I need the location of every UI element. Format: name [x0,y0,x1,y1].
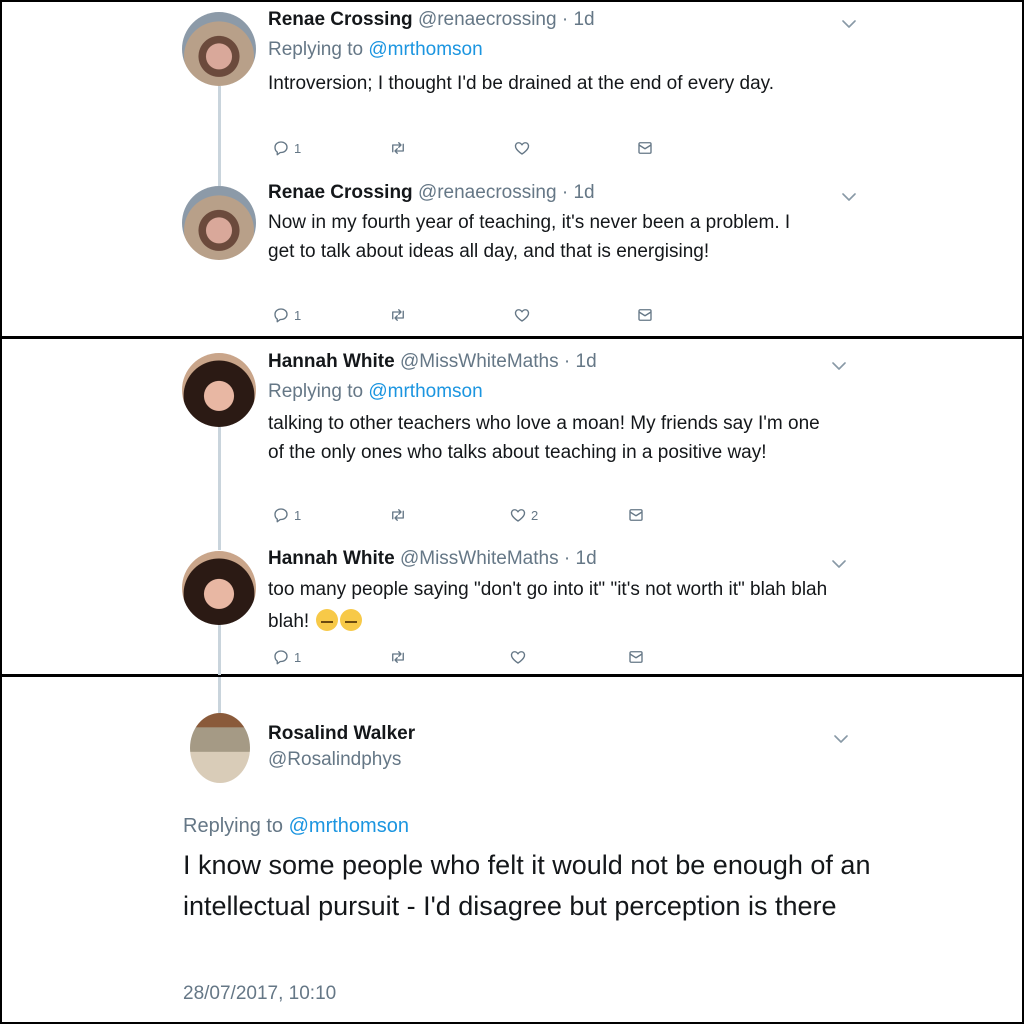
retweet-button[interactable] [389,139,407,157]
reply-count: 1 [294,649,302,665]
tweet-header: Hannah White @MissWhiteMaths · 1d [268,351,597,373]
author-name[interactable]: Renae Crossing [268,182,413,203]
retweet-icon [389,139,407,157]
avatar[interactable] [182,353,256,427]
author-name[interactable]: Hannah White [268,351,395,372]
heart-icon [513,139,531,157]
reply-icon [272,506,290,524]
tweet-time: · 1d [563,351,597,372]
tweet-panel-hannah: Hannah White @MissWhiteMaths · 1d Replyi… [0,337,1024,676]
replying-label: Replying to [268,381,369,402]
thread-line [218,623,221,676]
tweet-panel-renae: Renae Crossing @renaecrossing · 1d Reply… [0,0,1024,338]
tweet-time: · 1d [561,182,595,203]
sleepy-face-emoji [340,609,363,631]
reply-count: 1 [294,307,302,323]
author-handle[interactable]: @renaecrossing [418,9,557,30]
chevron-down-icon[interactable] [842,16,856,30]
tweet-text: talking to other teachers who love a moa… [268,413,820,463]
envelope-icon [627,506,645,524]
mention-link[interactable]: @mrthomson [368,381,482,402]
replying-label: Replying to [268,39,369,60]
reply-icon [272,648,290,666]
tweet-header: Renae Crossing @renaecrossing · 1d [268,182,595,204]
like-button[interactable] [513,306,531,324]
reply-icon [272,139,290,157]
reply-button[interactable]: 1 [272,306,301,324]
direct-message-button[interactable] [636,139,654,157]
chevron-down-icon[interactable] [832,358,846,372]
tweet-time: · 1d [563,548,597,569]
heart-icon [513,306,531,324]
chevron-down-icon[interactable] [832,556,846,570]
author-name[interactable]: Rosalind Walker [268,723,415,745]
retweet-button[interactable] [389,506,407,524]
envelope-icon [627,648,645,666]
tweet-time: · 1d [561,9,595,30]
replying-to: Replying to @mrthomson [183,815,409,838]
chevron-down-icon[interactable] [834,731,848,745]
tweet-timestamp[interactable]: 28/07/2017, 10:10 [183,983,336,1005]
like-button[interactable] [509,648,527,666]
avatar[interactable] [182,186,256,260]
thread-line [218,677,221,713]
retweet-icon [389,648,407,666]
replying-to: Replying to @mrthomson [268,381,483,403]
retweet-button[interactable] [389,306,407,324]
direct-message-button[interactable] [627,506,645,524]
like-count: 2 [531,507,539,523]
tweet-header: Hannah White @MissWhiteMaths · 1d [268,548,597,570]
tweet-panel-rosalind: Rosalind Walker @Rosalindphys Replying t… [0,675,1024,1024]
replying-label: Replying to [183,815,289,837]
heart-icon [509,506,527,524]
author-handle[interactable]: @MissWhiteMaths [400,548,559,569]
reply-count: 1 [294,507,302,523]
reply-button[interactable]: 1 [272,139,301,157]
author-handle[interactable]: @renaecrossing [418,182,557,203]
author-name[interactable]: Renae Crossing [268,9,413,30]
heart-icon [509,648,527,666]
reply-count: 1 [294,140,302,156]
tweet-text: I know some people who felt it would not… [183,850,871,921]
reply-icon [272,306,290,324]
retweet-icon [389,306,407,324]
avatar[interactable] [182,12,256,86]
retweet-icon [389,506,407,524]
retweet-button[interactable] [389,648,407,666]
sleepy-face-emoji [316,609,339,631]
envelope-icon [636,139,654,157]
direct-message-button[interactable] [636,306,654,324]
like-button[interactable]: 2 [509,506,538,524]
author-handle[interactable]: @Rosalindphys [268,749,401,771]
avatar[interactable] [182,551,256,625]
reply-button[interactable]: 1 [272,506,301,524]
thread-line [218,427,221,550]
thread-line [218,86,221,186]
tweet-header: Renae Crossing @renaecrossing · 1d [268,9,595,31]
like-button[interactable] [513,139,531,157]
tweet-text: Now in my fourth year of teaching, it's … [268,212,791,262]
avatar[interactable] [190,713,250,783]
mention-link[interactable]: @mrthomson [289,815,409,837]
author-name[interactable]: Hannah White [268,548,395,569]
tweet-text: too many people saying "don't go into it… [268,574,858,638]
direct-message-button[interactable] [627,648,645,666]
replying-to: Replying to @mrthomson [268,39,483,61]
author-handle[interactable]: @MissWhiteMaths [400,351,559,372]
tweet-text: Introversion; I thought I'd be drained a… [268,73,775,94]
reply-button[interactable]: 1 [272,648,301,666]
chevron-down-icon[interactable] [842,189,856,203]
envelope-icon [636,306,654,324]
mention-link[interactable]: @mrthomson [368,39,482,60]
